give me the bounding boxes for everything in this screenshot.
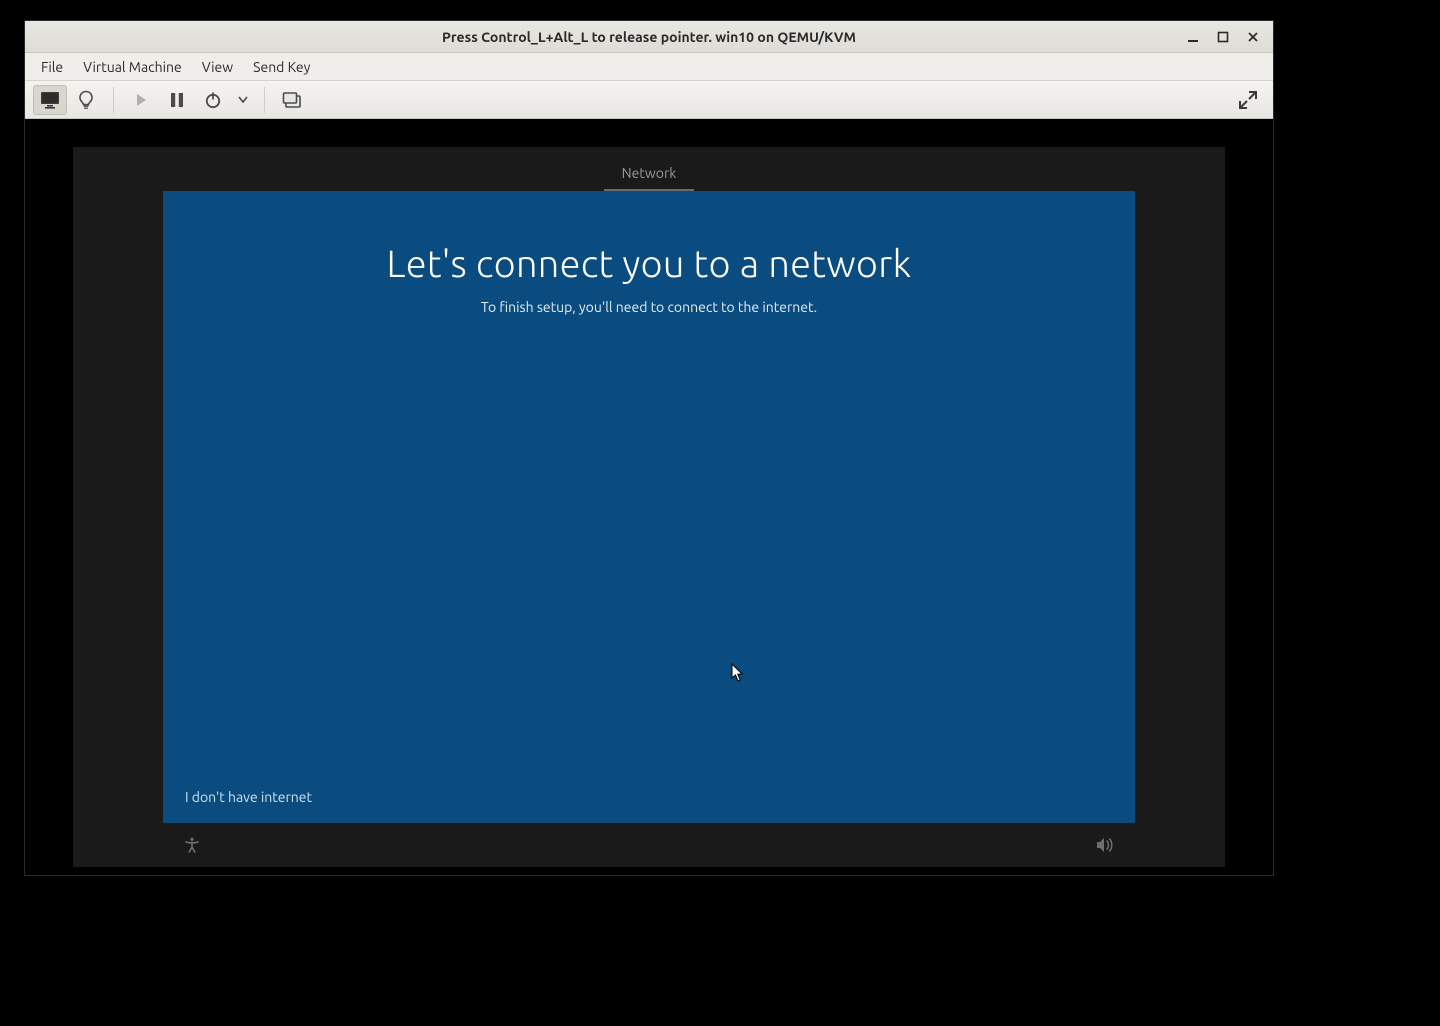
lightbulb-icon: [77, 90, 95, 110]
fullscreen-icon: [1238, 90, 1258, 110]
shutdown-menu-button[interactable]: [232, 85, 254, 115]
minimize-button[interactable]: [1185, 29, 1201, 45]
pause-icon: [170, 92, 184, 108]
screenshot-icon: [282, 91, 302, 109]
menu-virtual-machine[interactable]: Virtual Machine: [73, 55, 192, 79]
tab-network[interactable]: Network: [604, 155, 695, 191]
oobe-tab-row: Network: [73, 147, 1225, 191]
menu-send-key[interactable]: Send Key: [243, 55, 320, 79]
chevron-down-icon: [238, 96, 248, 104]
volume-button[interactable]: [1095, 836, 1115, 854]
window-controls: [1185, 21, 1267, 52]
menubar: File Virtual Machine View Send Key: [25, 53, 1273, 81]
oobe-footer: [73, 823, 1225, 867]
console-view-button[interactable]: [33, 85, 67, 115]
details-view-button[interactable]: [69, 85, 103, 115]
maximize-button[interactable]: [1215, 29, 1231, 45]
window-title: Press Control_L+Alt_L to release pointer…: [442, 29, 856, 45]
pause-button[interactable]: [160, 85, 194, 115]
desktop-background: Press Control_L+Alt_L to release pointer…: [0, 0, 1440, 1026]
no-internet-link[interactable]: I don't have internet: [185, 789, 312, 805]
guest-cursor-icon: [731, 663, 745, 683]
close-button[interactable]: [1245, 29, 1261, 45]
toolbar-separator: [264, 87, 265, 113]
accessibility-button[interactable]: [183, 836, 201, 854]
toolbar-separator: [113, 87, 114, 113]
window-titlebar: Press Control_L+Alt_L to release pointer…: [25, 21, 1273, 53]
monitor-icon: [40, 91, 60, 109]
accessibility-icon: [183, 836, 201, 854]
virt-manager-window: Press Control_L+Alt_L to release pointer…: [24, 20, 1274, 876]
volume-icon: [1095, 836, 1115, 854]
menu-file[interactable]: File: [31, 55, 73, 79]
close-icon: [1247, 31, 1259, 43]
oobe-headline: Let's connect you to a network: [386, 243, 911, 285]
fullscreen-button[interactable]: [1231, 85, 1265, 115]
oobe-subtext: To finish setup, you'll need to connect …: [481, 299, 817, 315]
minimize-icon: [1187, 31, 1199, 43]
oobe-body: Let's connect you to a network To finish…: [163, 191, 1135, 823]
menu-view[interactable]: View: [192, 55, 243, 79]
maximize-icon: [1217, 31, 1229, 43]
toolbar: [25, 81, 1273, 119]
play-icon: [133, 92, 149, 108]
power-icon: [204, 91, 222, 109]
run-button[interactable]: [124, 85, 158, 115]
snapshot-button[interactable]: [275, 85, 309, 115]
guest-screen[interactable]: Network Let's connect you to a network T…: [73, 147, 1225, 867]
vm-display-area: Network Let's connect you to a network T…: [25, 119, 1273, 875]
shutdown-button[interactable]: [196, 85, 230, 115]
